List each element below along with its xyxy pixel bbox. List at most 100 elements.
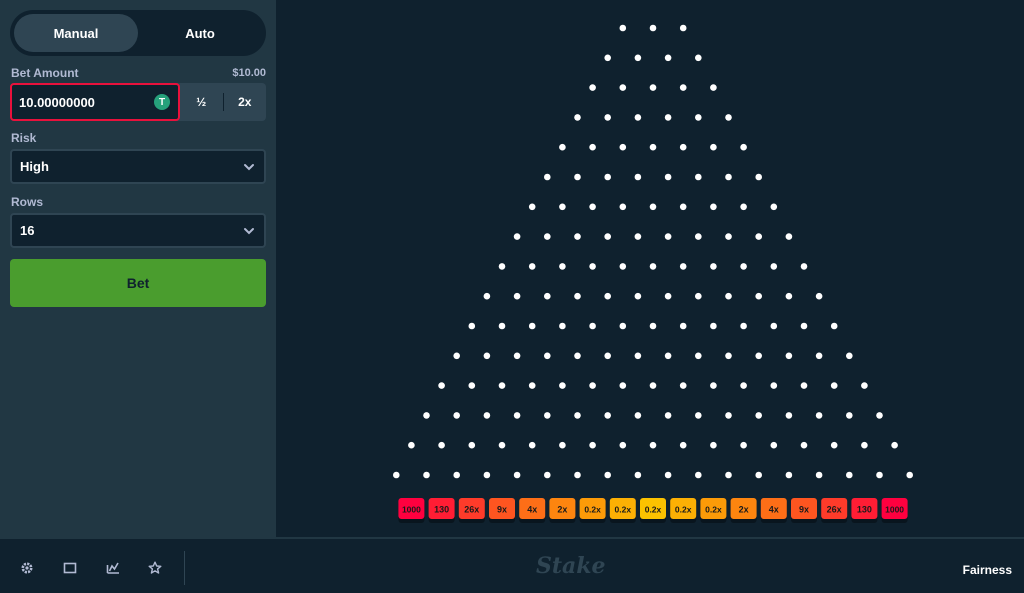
multiplier-slot: 26x xyxy=(458,498,485,523)
multiplier-slot: 9x xyxy=(489,498,515,523)
half-bet-button[interactable]: ½ xyxy=(180,83,223,121)
peg xyxy=(438,441,445,449)
peg xyxy=(589,84,596,91)
peg xyxy=(815,292,823,300)
bet-amount-label: Bet Amount xyxy=(11,66,79,80)
peg xyxy=(755,173,762,181)
peg xyxy=(604,54,611,62)
tab-manual[interactable]: Manual xyxy=(14,14,138,52)
rows-label: Rows xyxy=(11,195,44,209)
theatre-mode-icon[interactable] xyxy=(63,561,77,575)
peg xyxy=(891,441,898,449)
rows-value: 16 xyxy=(20,223,35,238)
peg xyxy=(559,322,566,330)
peg xyxy=(528,263,536,270)
peg xyxy=(649,143,657,151)
multiplier-label: 1000 xyxy=(885,505,904,515)
multiplier-slot: 2x xyxy=(730,498,757,523)
peg xyxy=(649,203,657,211)
peg xyxy=(574,173,581,181)
peg xyxy=(544,233,551,240)
peg xyxy=(513,412,521,419)
peg xyxy=(710,143,717,151)
peg xyxy=(544,412,551,419)
peg xyxy=(649,382,657,389)
multiplier-slot: 0.2x xyxy=(700,498,727,523)
peg xyxy=(544,292,551,300)
stake-logo: Stake xyxy=(536,553,606,579)
peg xyxy=(785,292,793,300)
fairness-link[interactable]: Fairness xyxy=(963,563,1012,577)
footer-divider xyxy=(184,551,185,585)
peg xyxy=(695,412,702,419)
peg xyxy=(498,263,506,270)
peg xyxy=(846,471,853,479)
multiplier-label: 26x xyxy=(464,505,479,515)
peg xyxy=(649,263,657,270)
peg xyxy=(589,263,596,270)
peg xyxy=(664,352,672,360)
multiplier-slot: 0.2x xyxy=(640,498,666,523)
peg xyxy=(498,441,506,449)
double-bet-button[interactable]: 2x xyxy=(224,83,267,121)
multiplier-label: 0.2x xyxy=(645,505,662,515)
peg xyxy=(619,441,627,449)
multiplier-slot: 0.2x xyxy=(670,498,697,523)
multiplier-slot: 2x xyxy=(549,498,576,523)
peg xyxy=(876,471,883,479)
multiplier-label: 2x xyxy=(557,505,567,515)
peg xyxy=(438,382,445,389)
peg xyxy=(483,352,491,360)
peg xyxy=(846,412,853,419)
peg xyxy=(710,263,717,270)
peg xyxy=(770,322,778,330)
peg xyxy=(528,382,536,389)
peg xyxy=(634,54,642,62)
peg xyxy=(528,322,536,330)
multiplier-label: 26x xyxy=(827,505,842,515)
peg xyxy=(649,24,657,32)
bet-button[interactable]: Bet xyxy=(10,259,266,307)
peg xyxy=(725,352,732,360)
peg xyxy=(468,382,476,389)
tether-coin-icon: T xyxy=(154,94,170,110)
peg xyxy=(498,382,506,389)
peg xyxy=(800,322,808,330)
star-icon[interactable] xyxy=(148,561,162,575)
multiplier-slot: 26x xyxy=(821,498,848,523)
plinko-app: Manual Auto Bet Amount $10.00 T ½ 2x Ris… xyxy=(0,0,1024,593)
peg xyxy=(830,441,838,449)
peg xyxy=(634,471,642,479)
sidebar: Manual Auto Bet Amount $10.00 T ½ 2x Ris… xyxy=(0,0,276,537)
gear-icon[interactable] xyxy=(20,561,34,575)
peg xyxy=(740,143,747,151)
tab-auto[interactable]: Auto xyxy=(138,14,262,52)
peg xyxy=(710,84,717,91)
stats-icon[interactable] xyxy=(106,561,120,575)
peg xyxy=(619,382,627,389)
peg xyxy=(559,203,566,211)
peg xyxy=(604,292,611,300)
plinko-pegs-and-slots: 1000 130 26x 9x 4x 2x 0.2x 0.2x 0.2x 0.2x 0.2x 2x 4x… xyxy=(393,24,913,523)
bet-amount-input[interactable] xyxy=(12,85,152,119)
peg xyxy=(559,143,566,151)
peg xyxy=(664,471,672,479)
peg xyxy=(513,352,521,360)
peg xyxy=(785,412,793,419)
peg xyxy=(589,143,596,151)
peg xyxy=(634,114,642,121)
peg xyxy=(755,412,762,419)
peg xyxy=(634,233,642,240)
plinko-board: 1000 130 26x 9x 4x 2x 0.2x 0.2x 0.2x 0.2x 0.2x 2x 4x… xyxy=(276,0,1024,537)
multiplier-label: 9x xyxy=(497,505,507,515)
peg xyxy=(393,471,400,479)
peg xyxy=(528,441,536,449)
mode-toggle: Manual Auto xyxy=(10,10,266,56)
peg xyxy=(483,412,491,419)
risk-select[interactable]: High xyxy=(10,149,266,184)
peg xyxy=(634,292,642,300)
rows-select[interactable]: 16 xyxy=(10,213,266,248)
risk-value: High xyxy=(20,159,49,174)
peg xyxy=(619,143,627,151)
peg xyxy=(574,233,581,240)
